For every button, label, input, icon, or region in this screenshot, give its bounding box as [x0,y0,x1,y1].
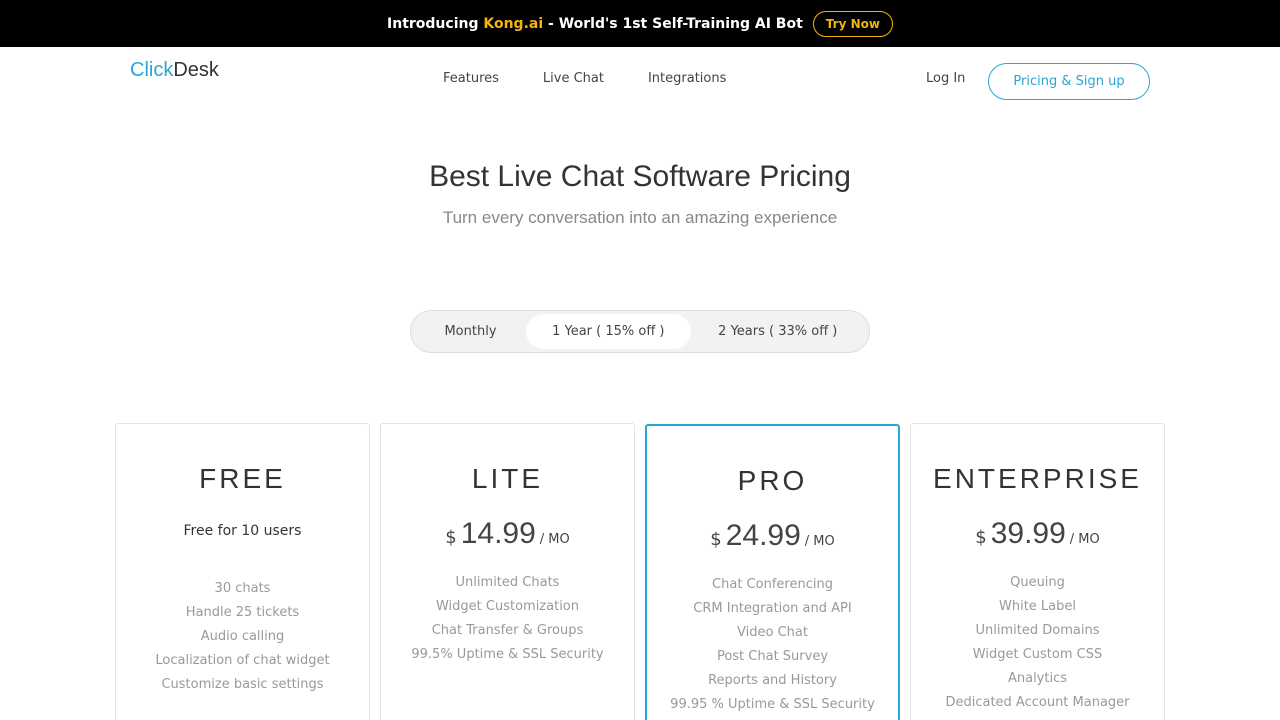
nav-live-chat[interactable]: Live Chat [543,71,604,86]
feature-item: Queuing [1010,575,1065,590]
price-period: / MO [804,534,835,549]
feature-item: Post Chat Survey [716,649,829,664]
plan-features: Chat Conferencing CRM Integration and AP… [647,573,898,717]
plan-features: Queuing White Label Unlimited Domains Wi… [911,571,1164,715]
price-period: / MO [539,532,570,547]
billing-option-monthly[interactable]: Monthly [415,314,526,349]
feature-item: 30 chats [214,581,271,596]
billing-option-2-years[interactable]: 2 Years ( 33% off ) [691,314,865,349]
plan-free-note: Free for 10 users [183,523,302,539]
pricing-signup-button[interactable]: Pricing & Sign up [988,63,1150,100]
plan-name: PRO [737,465,808,496]
feature-item: Reports and History [708,673,837,688]
promo-bar: Introducing Kong.ai - World's 1st Self-T… [0,0,1280,47]
feature-item: Unlimited Chats [455,575,560,590]
pricing-plans: FREE Free for 10 users 30 chats Handle 2… [115,423,1165,720]
price-currency: $ [710,529,722,550]
feature-item: CRM Integration and API [693,601,852,616]
price-amount: 24.99 [725,519,801,552]
plan-card-pro: PRO $ 24.99 / MO Chat Conferencing CRM I… [645,424,900,720]
promo-brand: Kong.ai [483,15,544,32]
price-period: / MO [1069,532,1100,547]
price-amount: 39.99 [990,517,1066,550]
plan-features: Unlimited Chats Widget Customization Cha… [381,571,634,667]
plan-name: LITE [471,463,544,494]
feature-item: 99.95 % Uptime & SSL Security [670,697,875,712]
try-now-button[interactable]: Try Now [812,10,893,37]
feature-item: White Label [998,599,1076,614]
clickdesk-logo[interactable]: ClickDesk [130,59,219,82]
billing-period-toggle: Monthly 1 Year ( 15% off ) 2 Years ( 33%… [410,310,870,353]
price-amount: 14.99 [460,517,536,550]
feature-item: Chat Conferencing [712,577,833,592]
plan-card-free: FREE Free for 10 users 30 chats Handle 2… [115,423,370,720]
logo-click: Click [130,59,174,81]
main-nav: Features Live Chat Integrations [443,71,770,86]
feature-item: Chat Transfer & Groups [431,623,584,638]
feature-item: Video Chat [737,625,808,640]
plan-card-enterprise: ENTERPRISE $ 39.99 / MO Queuing White La… [910,423,1165,720]
plan-features: 30 chats Handle 25 tickets Audio calling… [116,577,369,697]
feature-item: Audio calling [200,629,285,644]
page-title: Best Live Chat Software Pricing [429,160,851,193]
billing-option-1-year[interactable]: 1 Year ( 15% off ) [526,314,691,349]
plan-card-lite: LITE $ 14.99 / MO Unlimited Chats Widget… [380,423,635,720]
logo-desk: Desk [173,59,219,81]
promo-tagline: - World's 1st Self-Training AI Bot [548,15,803,32]
feature-item: Unlimited Domains [975,623,1100,638]
feature-item: 99.5% Uptime & SSL Security [411,647,604,662]
feature-item: Customize basic settings [161,677,324,692]
nav-features[interactable]: Features [443,71,499,86]
feature-item: Analytics [1007,671,1068,686]
feature-item: Widget Custom CSS [972,647,1103,662]
feature-item: Localization of chat widget [155,653,330,668]
promo-intro: Introducing [387,15,479,32]
login-link[interactable]: Log In [926,71,965,86]
feature-item: Widget Customization [435,599,580,614]
plan-name: ENTERPRISE [933,463,1142,494]
plan-price: $ 24.99 / MO [647,519,898,559]
price-currency: $ [445,527,457,548]
feature-item: Dedicated Account Manager [945,695,1130,710]
page-subtitle: Turn every conversation into an amazing … [442,208,838,227]
price-currency: $ [975,527,987,548]
plan-price: $ 14.99 / MO [381,517,634,557]
plan-name: FREE [199,463,286,494]
plan-price: $ 39.99 / MO [911,517,1164,557]
nav-integrations[interactable]: Integrations [648,71,726,86]
feature-item: Handle 25 tickets [185,605,300,620]
